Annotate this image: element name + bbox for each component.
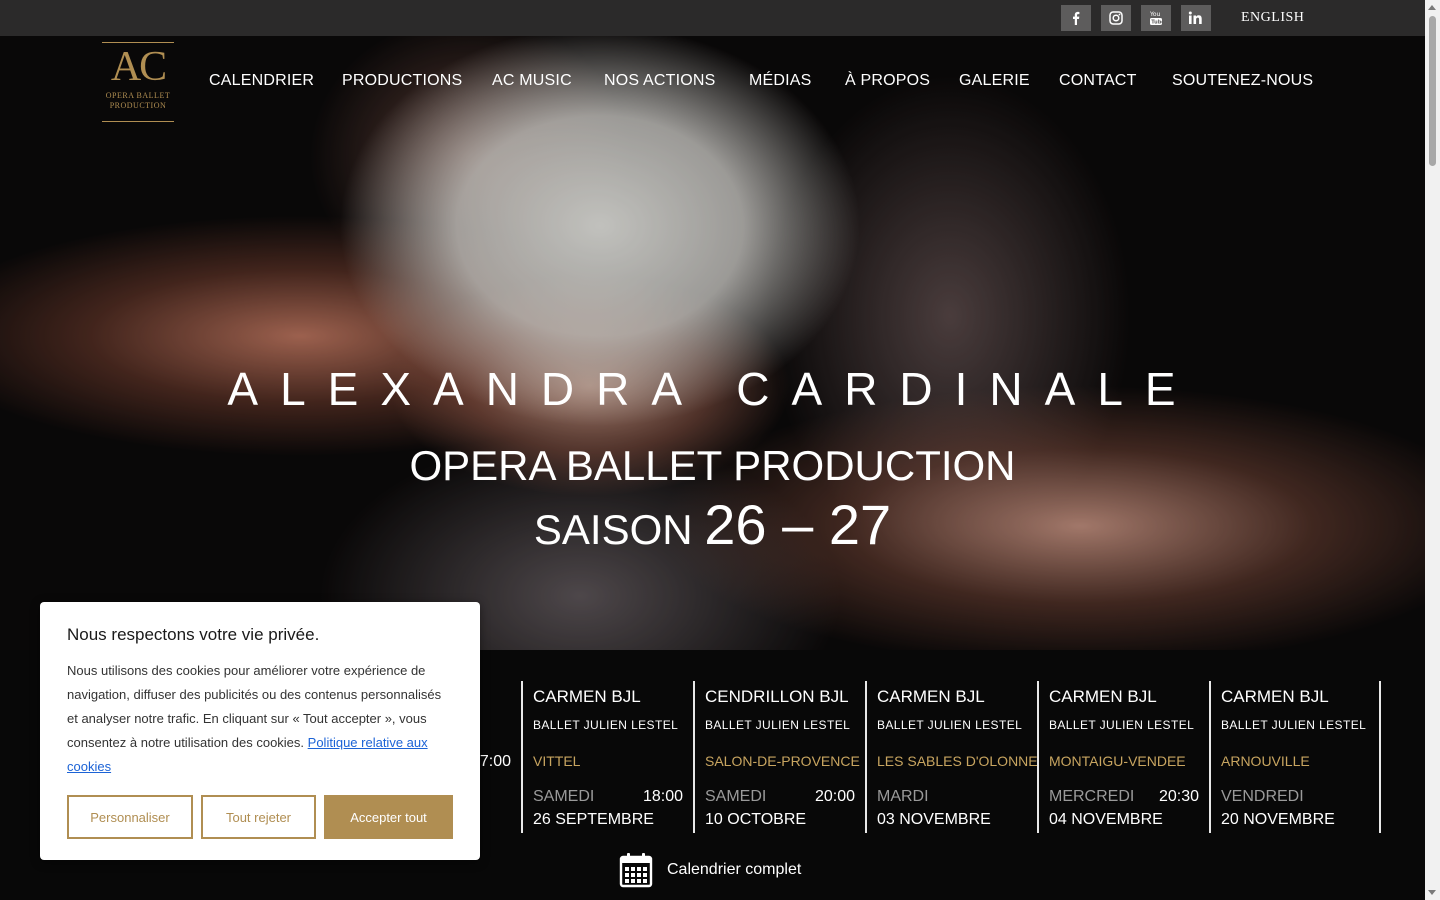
event-card[interactable]: CARMEN BJL BALLET JULIEN LESTEL VITTEL S… xyxy=(521,681,693,833)
linkedin-link[interactable] xyxy=(1181,5,1211,31)
youtube-icon: You Tube xyxy=(1149,11,1163,26)
event-card[interactable]: CARMEN BJL BALLET JULIEN LESTEL ARNOUVIL… xyxy=(1209,681,1381,833)
event-date: 10 OCTOBRE xyxy=(705,811,807,828)
season-prefix: SAISON xyxy=(533,506,693,553)
nav-medias[interactable]: MÉDIAS xyxy=(749,72,812,90)
event-day: MERCREDI xyxy=(1049,788,1135,805)
accept-all-button[interactable]: Accepter tout xyxy=(324,795,453,839)
event-city: SALON-DE-PROVENCE xyxy=(705,753,860,769)
scroll-down-arrow-icon[interactable] xyxy=(1428,890,1436,895)
site-logo[interactable]: AC OPERA BALLET PRODUCTION xyxy=(102,42,174,122)
cookie-title: Nous respectons votre vie privée. xyxy=(67,625,320,644)
hero-overlay xyxy=(0,36,1425,650)
hero-banner xyxy=(0,36,1425,650)
event-title: CARMEN BJL xyxy=(533,687,641,706)
event-company: BALLET JULIEN LESTEL xyxy=(877,718,1023,732)
event-day: SAMEDI xyxy=(705,788,767,805)
event-title: CARMEN BJL xyxy=(1221,687,1329,706)
svg-text:You: You xyxy=(1149,11,1161,18)
event-day: MARDI xyxy=(877,788,929,805)
youtube-link[interactable]: You Tube xyxy=(1141,5,1171,31)
nav-a-propos[interactable]: À PROPOS xyxy=(845,72,930,90)
nav-soutenez-nous[interactable]: SOUTENEZ-NOUS xyxy=(1172,72,1313,90)
nav-calendrier[interactable]: CALENDRIER xyxy=(209,72,314,90)
nav-nos-actions[interactable]: NOS ACTIONS xyxy=(604,72,716,90)
facebook-icon xyxy=(1073,11,1080,25)
event-city: MONTAIGU-VENDEE xyxy=(1049,753,1186,769)
event-city: LES SABLES D'OLONNE xyxy=(877,753,1038,769)
cookie-consent-dialog: Nous respectons votre vie privée. Nous u… xyxy=(40,602,480,860)
logo-mark: AC xyxy=(110,44,167,90)
instagram-icon xyxy=(1109,11,1123,25)
reject-all-button[interactable]: Tout rejeter xyxy=(201,795,316,839)
calendar-icon xyxy=(619,853,653,888)
full-calendar-link[interactable]: Calendrier complet xyxy=(619,852,801,888)
instagram-link[interactable] xyxy=(1101,5,1131,31)
event-day: SAMEDI xyxy=(533,788,595,805)
page-scrollbar[interactable] xyxy=(1425,0,1440,900)
nav-ac-music[interactable]: AC MUSIC xyxy=(492,72,572,90)
nav-galerie[interactable]: GALERIE xyxy=(959,72,1030,90)
event-time: 20:30 xyxy=(1158,788,1199,805)
event-date: 03 NOVEMBRE xyxy=(877,811,991,828)
scroll-up-arrow-icon[interactable] xyxy=(1428,5,1436,10)
event-title: CENDRILLON BJL xyxy=(705,687,849,706)
event-company: BALLET JULIEN LESTEL xyxy=(705,718,851,732)
svg-text:Tube: Tube xyxy=(1151,20,1163,26)
season-years: 26 – 27 xyxy=(704,493,892,556)
cookie-text: Nous utilisons des cookies pour améliore… xyxy=(67,659,447,779)
hero-title: ALEXANDRA CARDINALE xyxy=(227,363,1198,415)
event-time: 18:00 xyxy=(642,788,683,805)
scrollbar-thumb[interactable] xyxy=(1429,16,1436,166)
nav-contact[interactable]: CONTACT xyxy=(1059,72,1137,90)
hero-subtitle: OPERA BALLET PRODUCTION xyxy=(409,442,1016,489)
event-company: BALLET JULIEN LESTEL xyxy=(1221,718,1367,732)
event-card[interactable]: CARMEN BJL BALLET JULIEN LESTEL LES SABL… xyxy=(865,681,1038,833)
event-day: VENDREDI xyxy=(1221,788,1304,805)
event-city: ARNOUVILLE xyxy=(1221,753,1310,769)
top-bar: You Tube ENGLISH xyxy=(0,0,1425,36)
event-title: CARMEN BJL xyxy=(877,687,985,706)
customize-button[interactable]: Personnaliser xyxy=(67,795,193,839)
event-date: 26 SEPTEMBRE xyxy=(533,811,654,828)
event-company: BALLET JULIEN LESTEL xyxy=(1049,718,1195,732)
event-city: VITTEL xyxy=(533,753,581,769)
event-title: CARMEN BJL xyxy=(1049,687,1157,706)
event-company: BALLET JULIEN LESTEL xyxy=(533,718,679,732)
logo-line-2: PRODUCTION xyxy=(109,101,167,110)
full-calendar-label: Calendrier complet xyxy=(667,861,802,878)
event-date: 04 NOVEMBRE xyxy=(1049,811,1163,828)
event-time: 20:00 xyxy=(814,788,855,805)
event-date: 20 NOVEMBRE xyxy=(1221,811,1335,828)
logo-line-1: OPERA BALLET xyxy=(105,91,171,100)
nav-productions[interactable]: PRODUCTIONS xyxy=(342,72,462,90)
event-card[interactable]: CENDRILLON BJL BALLET JULIEN LESTEL SALO… xyxy=(693,681,865,833)
language-switch[interactable]: ENGLISH xyxy=(1241,10,1304,26)
linkedin-icon xyxy=(1188,11,1202,24)
facebook-link[interactable] xyxy=(1061,5,1091,31)
event-card[interactable]: CARMEN BJL BALLET JULIEN LESTEL MONTAIGU… xyxy=(1037,681,1209,833)
hero-season: SAISON 26 – 27 xyxy=(0,492,1425,557)
